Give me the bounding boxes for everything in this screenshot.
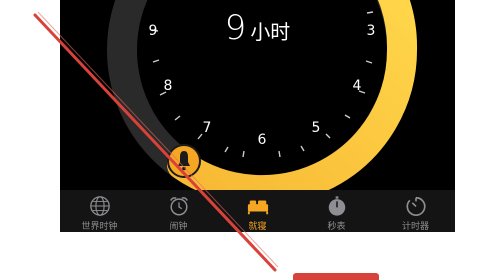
tab-bar: 世界时钟 闹钟 就寝 秒表 计时器 bbox=[60, 190, 455, 232]
tab-alarm[interactable]: 闹钟 bbox=[139, 190, 218, 232]
tab-bedtime[interactable]: 就寝 bbox=[218, 190, 297, 232]
sleep-duration-readout: 9 小时 bbox=[60, 8, 455, 48]
right-margin bbox=[455, 0, 500, 232]
tab-label: 世界时钟 bbox=[81, 222, 118, 232]
dial-number-7: 7 bbox=[203, 120, 212, 136]
tab-world-clock[interactable]: 世界时钟 bbox=[60, 190, 139, 232]
bedtime-screen: 9 8 7 6 5 4 3 9 小时 世界时钟 闹钟 就寝 秒表 计时器 bbox=[60, 0, 455, 232]
tab-label: 秒表 bbox=[327, 222, 346, 232]
bedtime-handle[interactable] bbox=[167, 144, 201, 178]
tab-stopwatch[interactable]: 秒表 bbox=[297, 190, 376, 232]
bottom-area bbox=[0, 232, 500, 280]
tab-timer[interactable]: 计时器 bbox=[376, 190, 455, 232]
alarm-clock-icon bbox=[169, 197, 188, 216]
dial-number-4: 4 bbox=[353, 78, 362, 94]
dial-number-6: 6 bbox=[258, 132, 267, 148]
tab-label: 计时器 bbox=[401, 222, 429, 232]
bed-icon bbox=[247, 200, 268, 215]
stopwatch-icon bbox=[328, 196, 345, 216]
sleep-duration-unit: 小时 bbox=[250, 20, 291, 44]
dial-number-8: 8 bbox=[164, 78, 173, 94]
tab-label: 就寝 bbox=[248, 222, 267, 232]
globe-icon bbox=[89, 196, 110, 216]
tab-label: 闹钟 bbox=[169, 222, 188, 232]
dial-number-5: 5 bbox=[312, 120, 321, 136]
timer-icon bbox=[406, 196, 426, 216]
left-margin bbox=[0, 0, 60, 232]
annotation-highlight-box bbox=[293, 273, 379, 280]
sleep-duration-value: 9 bbox=[224, 8, 247, 48]
